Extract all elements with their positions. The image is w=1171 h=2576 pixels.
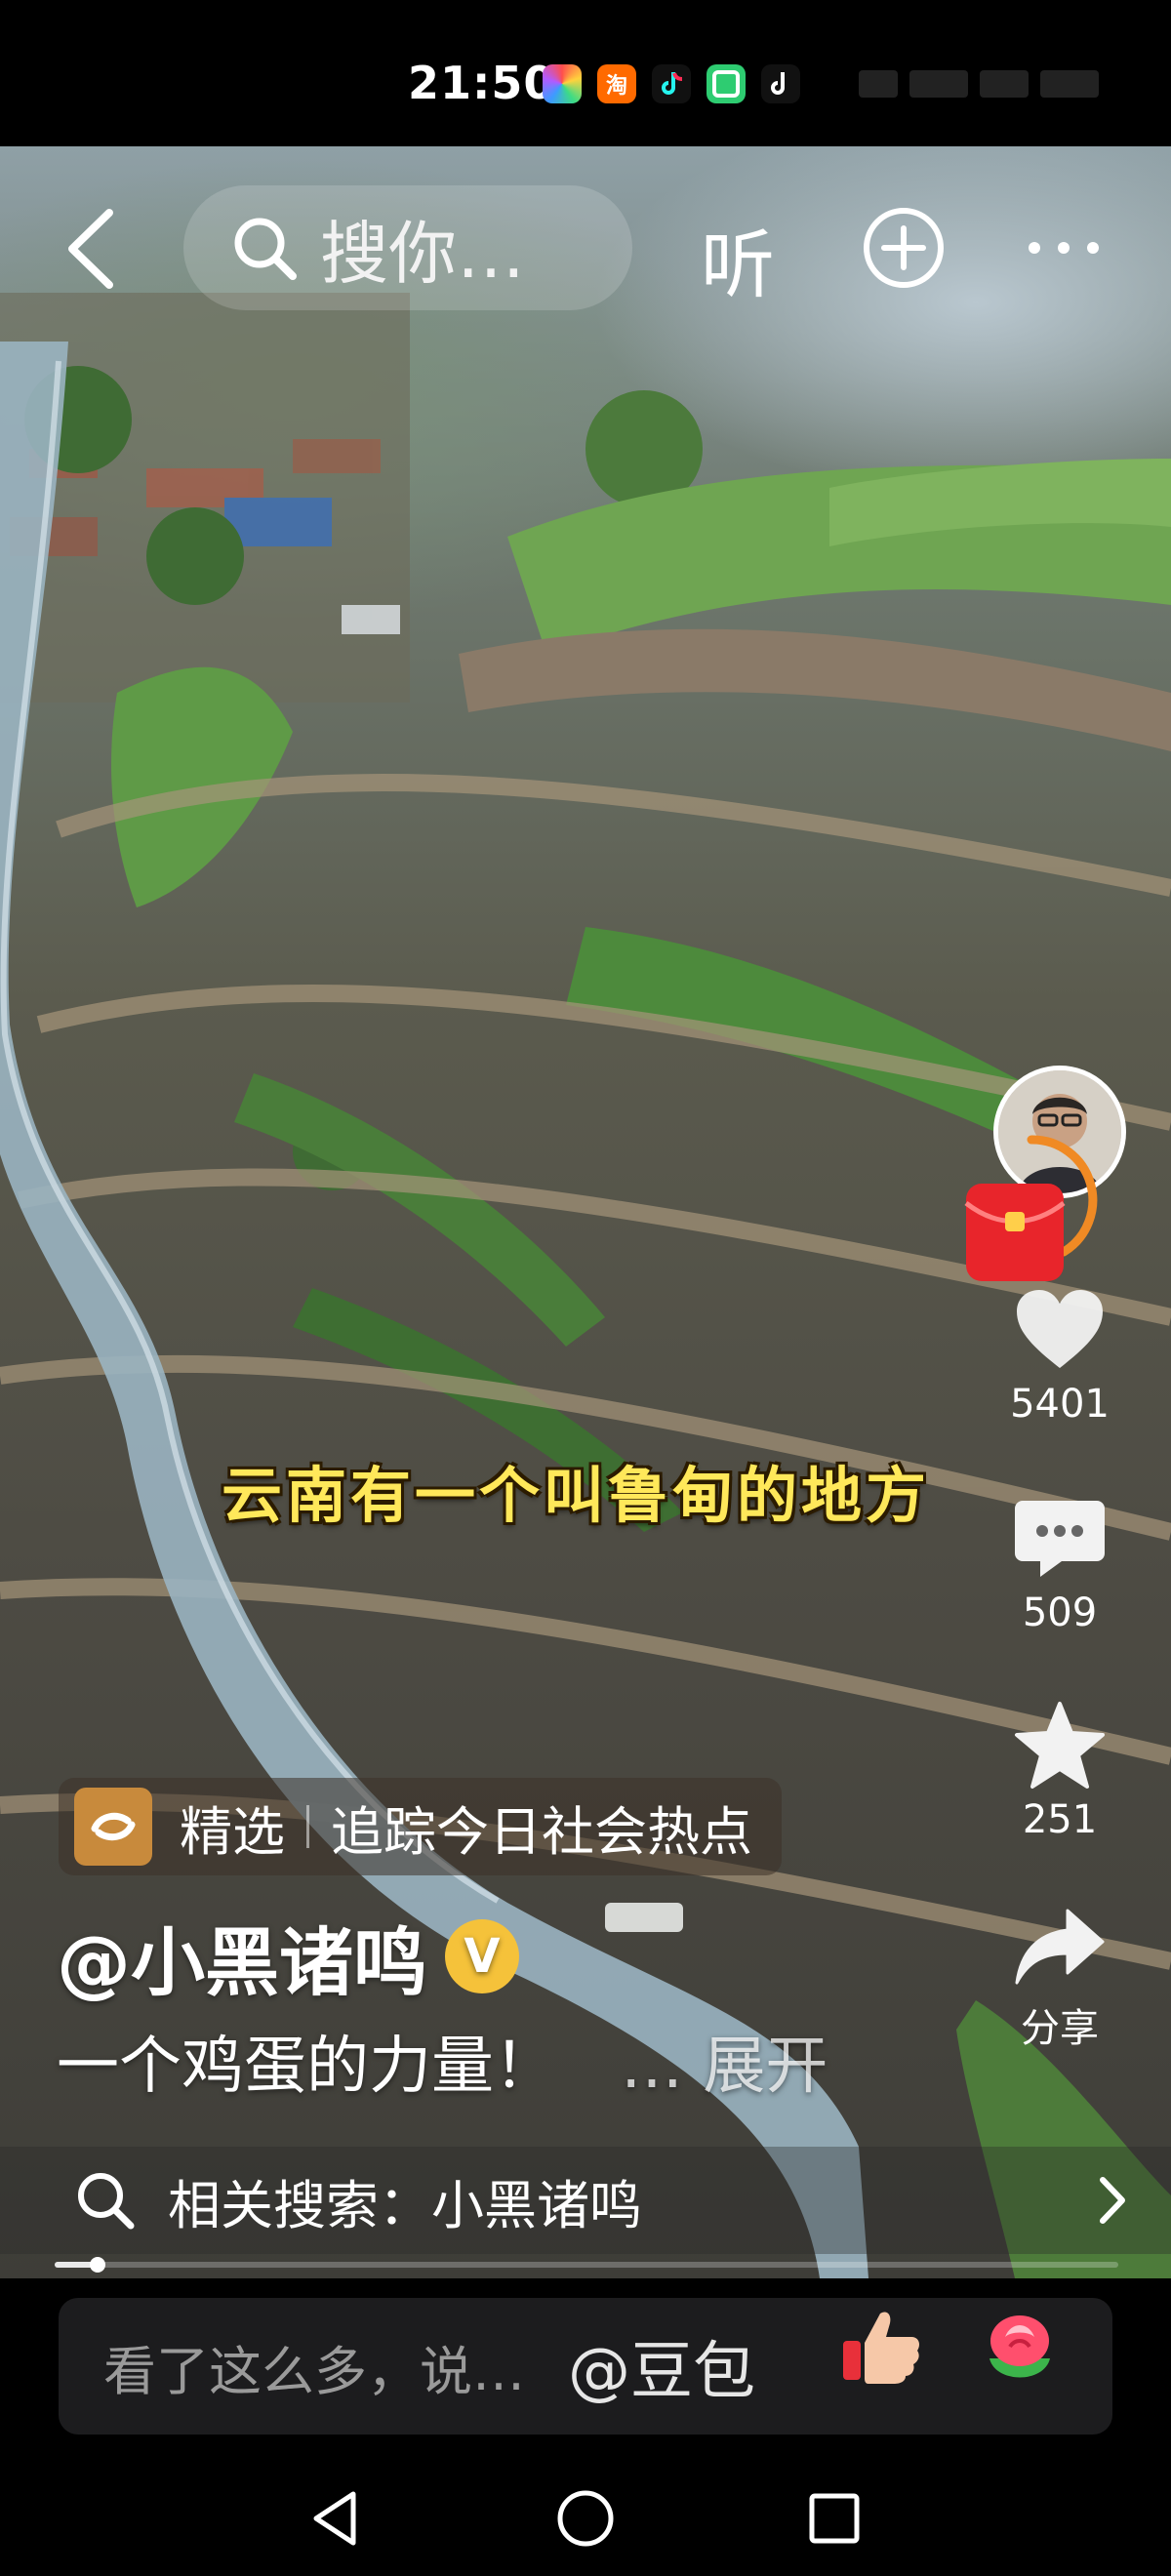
related-search-text: 相关搜索：小黑诸鸣: [168, 2174, 642, 2236]
search-text: 搜你…: [320, 213, 525, 294]
video-caption: 云南有一个叫鲁甸的地方: [0, 1446, 1171, 1534]
progress-knob[interactable]: [89, 2257, 105, 2273]
comment-input[interactable]: 看了这么多，说… @豆包: [59, 2298, 1112, 2435]
comment-count: 509: [1022, 1590, 1098, 1635]
verified-badge: V: [445, 1919, 519, 1993]
favorite-count: 251: [1022, 1797, 1098, 1842]
tag-title: 精选: [180, 1800, 285, 1863]
video-progress-bar[interactable]: [55, 2257, 1118, 2273]
rose-emoji-button[interactable]: [976, 2302, 1064, 2390]
back-button[interactable]: [59, 205, 127, 293]
mention-doubao[interactable]: @豆包: [568, 2321, 755, 2411]
more-dots-icon: [1029, 242, 1099, 254]
author-name[interactable]: @小黑诸鸣 V: [57, 1903, 519, 2010]
video-description[interactable]: 一个鸡蛋的力量！ … 展开: [57, 2016, 828, 2106]
add-button[interactable]: [861, 205, 947, 291]
green-app-icon: [707, 64, 746, 103]
taobao-icon: 淘: [597, 64, 636, 103]
rose-icon: [989, 2315, 1050, 2378]
thumbs-up-emoji-button[interactable]: [837, 2302, 925, 2390]
author-handle: @小黑诸鸣: [57, 1919, 427, 2006]
tiktok-icon-2: [761, 64, 800, 103]
top-nav: 搜你… 听: [0, 185, 1171, 312]
square-recents-icon: [809, 2493, 860, 2544]
star-icon: [1015, 1702, 1105, 1789]
expand-link[interactable]: … 展开: [621, 2016, 828, 2106]
red-packet-button[interactable]: [958, 1130, 1105, 1296]
app-colorful-icon: [543, 64, 582, 103]
featured-tag[interactable]: 精选 追踪今日社会热点: [59, 1778, 782, 1875]
caption-text: 云南有一个叫鲁甸的地方: [221, 1460, 930, 1531]
system-home-button[interactable]: [551, 2484, 620, 2553]
related-search-bar[interactable]: 相关搜索：小黑诸鸣: [0, 2147, 1171, 2254]
back-arrow-icon: [68, 209, 113, 289]
like-button[interactable]: 5401: [991, 1286, 1128, 1427]
system-recents-button[interactable]: [800, 2484, 868, 2553]
share-button[interactable]: 分享: [991, 1905, 1128, 2053]
search-box[interactable]: 搜你…: [183, 185, 632, 310]
tag-divider: [306, 1805, 309, 1848]
status-bar: 21:50 淘: [0, 0, 1171, 146]
like-count: 5401: [1010, 1382, 1110, 1427]
share-arrow-icon: [1015, 1909, 1105, 1985]
triangle-back-icon: [313, 2491, 356, 2546]
circle-home-icon: [557, 2490, 614, 2547]
share-label: 分享: [1021, 2006, 1099, 2051]
thumbs-up-icon: [843, 2312, 919, 2384]
search-icon: [78, 2173, 135, 2230]
listen-button[interactable]: 听: [701, 205, 775, 312]
featured-logo-icon: [74, 1788, 152, 1866]
more-button[interactable]: [1025, 205, 1103, 291]
favorite-button[interactable]: 251: [991, 1700, 1128, 1842]
system-back-button[interactable]: [303, 2484, 371, 2553]
plus-circle-icon: [864, 208, 944, 288]
red-packet-icon: [964, 1135, 1098, 1281]
status-time: 21:50: [408, 57, 556, 109]
status-indicators: [859, 64, 1103, 103]
heart-icon: [1017, 1290, 1103, 1368]
search-icon: [234, 218, 297, 280]
screen: 21:50 淘 搜你… 听 5401 509 251 分享 云南有一个叫鲁甸的地…: [0, 0, 1171, 2576]
tag-description: 追踪今日社会热点: [331, 1800, 752, 1863]
comment-bar: 看了这么多，说… @豆包: [0, 2278, 1171, 2449]
status-app-icons: 淘: [543, 64, 800, 103]
system-navigation-bar: [0, 2449, 1171, 2576]
comment-placeholder: 看了这么多，说…: [103, 2340, 525, 2402]
tiktok-icon: [652, 64, 691, 103]
description-text: 一个鸡蛋的力量！: [57, 2031, 556, 2103]
chevron-right-icon: [1100, 2177, 1125, 2224]
